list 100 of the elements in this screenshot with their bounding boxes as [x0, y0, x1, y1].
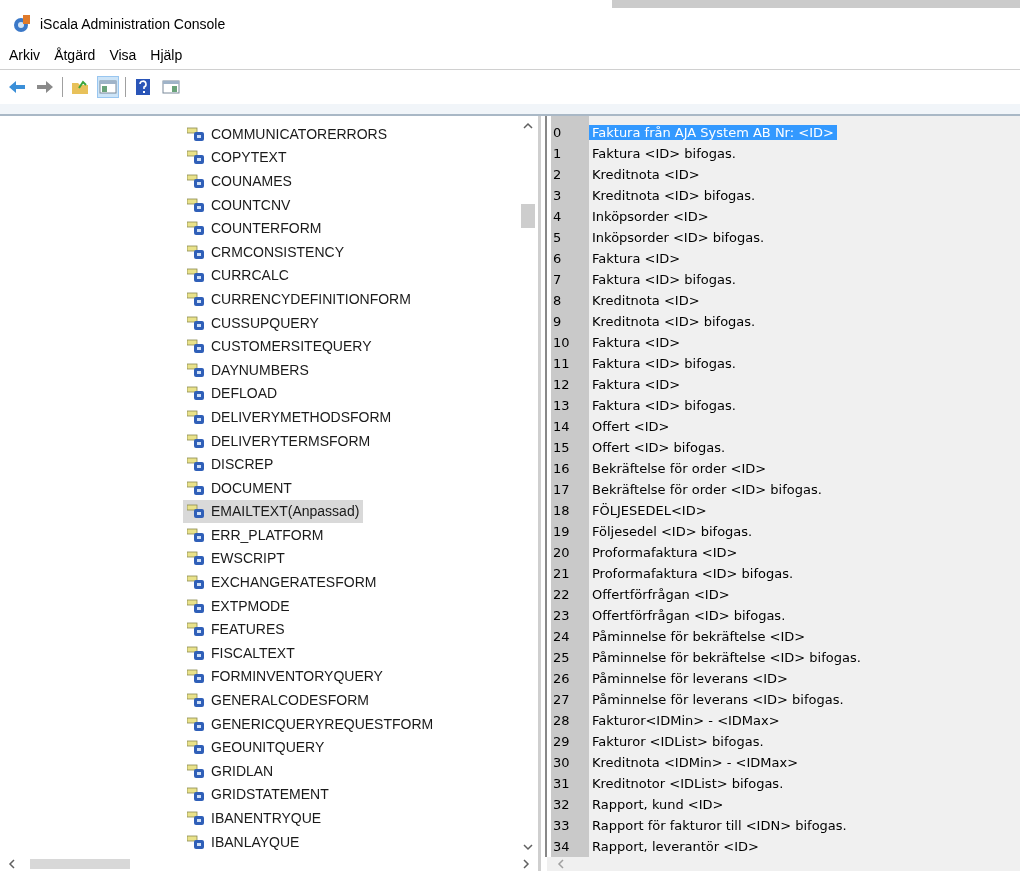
- tree-item[interactable]: COUNTERFORM: [183, 216, 326, 240]
- text-cell[interactable]: Följesedel <ID> bifogas.: [589, 524, 756, 539]
- text-cell[interactable]: Kreditnota <ID>: [589, 293, 703, 308]
- tree-item[interactable]: ERR_PLATFORM: [183, 523, 328, 547]
- resource-icon: [187, 315, 205, 330]
- menu-item[interactable]: Åtgärd: [49, 44, 101, 65]
- text-cell[interactable]: Proformafaktura <ID> bifogas.: [589, 566, 797, 581]
- tree-item[interactable]: CUSSUPQUERY: [183, 310, 323, 335]
- tree-item-label: GRIDSTATEMENT: [211, 786, 329, 803]
- tree-item[interactable]: EMAILTEXT(Anpassad): [183, 499, 364, 524]
- text-cell[interactable]: Fakturor <IDList> bifogas.: [589, 734, 767, 749]
- text-cell[interactable]: Offert <ID> bifogas.: [589, 440, 729, 455]
- tree-item[interactable]: FISCALTEXT: [183, 641, 299, 665]
- text-cell[interactable]: Fakturor<IDMin> - <IDMax>: [589, 713, 783, 728]
- tree-item-label: DELIVERYTERMSFORM: [211, 432, 371, 449]
- tree-item[interactable]: IBANENTRYQUE: [183, 806, 326, 830]
- menu-item[interactable]: Visa: [104, 44, 142, 65]
- tree-item[interactable]: COUNAMES: [183, 169, 296, 193]
- tree-item[interactable]: COUNTCNV: [183, 192, 295, 217]
- text-cell[interactable]: Faktura <ID> bifogas.: [589, 146, 739, 161]
- tree-item[interactable]: DELIVERYTERMSFORM: [183, 428, 375, 453]
- tree-item[interactable]: COPYTEXT: [183, 145, 291, 170]
- text-cell[interactable]: Kreditnota <ID> bifogas.: [589, 314, 759, 329]
- tree-item-label: COUNTCNV: [211, 196, 291, 213]
- text-cell[interactable]: Offertförfrågan <ID>: [589, 587, 733, 602]
- tree-item[interactable]: GENERICQUERYREQUESTFORM: [183, 711, 438, 736]
- text-cell[interactable]: Rapport för fakturor till <IDN> bifogas.: [589, 818, 850, 833]
- text-cell[interactable]: Inköpsorder <ID>: [589, 209, 712, 224]
- tree-item-label: EXCHANGERATESFORM: [211, 574, 377, 591]
- text-cell[interactable]: Offert <ID>: [589, 419, 673, 434]
- row-number: 10: [552, 335, 571, 350]
- row-number: 31: [552, 776, 571, 791]
- row-number: 19: [552, 524, 571, 539]
- text-cell[interactable]: Påminnelse för bekräftelse <ID> bifogas.: [589, 650, 864, 665]
- resource-icon: [187, 787, 205, 802]
- text-cell[interactable]: Bekräftelse för order <ID> bifogas.: [589, 482, 825, 497]
- row-number: 1: [552, 146, 563, 161]
- tree-item[interactable]: DEFLOAD: [183, 381, 282, 406]
- text-cell[interactable]: Påminnelse för leverans <ID> bifogas.: [589, 692, 847, 707]
- resource-icon: [187, 834, 205, 849]
- tree-item[interactable]: GRIDLAN: [183, 759, 278, 783]
- tree-item[interactable]: CRMCONSISTENCY: [183, 239, 348, 264]
- text-cell[interactable]: Rapport, leverantör <ID>: [589, 839, 762, 854]
- text-cell[interactable]: Rapport, kund <ID>: [589, 797, 727, 812]
- text-cell[interactable]: Påminnelse för bekräftelse <ID>: [589, 629, 809, 644]
- tree-item[interactable]: CURRCALC: [183, 263, 293, 288]
- tree-item[interactable]: CURRENCYDEFINITIONFORM: [183, 287, 415, 311]
- text-cell[interactable]: Proformafaktura <ID>: [589, 545, 741, 560]
- resource-icon: [187, 622, 205, 637]
- menu-item[interactable]: Arkiv: [4, 44, 46, 65]
- text-cell[interactable]: Offertförfrågan <ID> bifogas.: [589, 608, 789, 623]
- resource-icon: [187, 457, 205, 472]
- tree-item-label: GEOUNITQUERY: [211, 739, 325, 756]
- row-number: 20: [552, 545, 571, 560]
- text-cell[interactable]: Faktura <ID> bifogas.: [589, 272, 739, 287]
- text-cell[interactable]: Faktura <ID> bifogas.: [589, 398, 739, 413]
- text-cell[interactable]: Faktura <ID>: [589, 377, 684, 392]
- row-number: 32: [552, 797, 571, 812]
- text-cell[interactable]: Inköpsorder <ID> bifogas.: [589, 230, 768, 245]
- tree-item[interactable]: COMMUNICATORERRORS: [183, 122, 392, 146]
- menu-item[interactable]: Hjälp: [145, 44, 188, 65]
- row-number: 5: [552, 230, 563, 245]
- show-hide-tree-button[interactable]: [97, 76, 119, 98]
- tree-item[interactable]: DELIVERYMETHODSFORM: [183, 405, 396, 429]
- tree-item[interactable]: DAYNUMBERS: [183, 357, 313, 382]
- tree-item-label: DAYNUMBERS: [211, 361, 309, 378]
- tree-item[interactable]: DISCREP: [183, 452, 278, 476]
- tree-item[interactable]: EXCHANGERATESFORM: [183, 570, 381, 594]
- resource-icon: [187, 811, 205, 825]
- text-cell[interactable]: Bekräftelse för order <ID>: [589, 461, 770, 476]
- row-number: 25: [552, 650, 571, 665]
- text-cell[interactable]: FÖLJESEDEL<ID>: [589, 503, 710, 518]
- tree-item-label: DEFLOAD: [211, 385, 278, 402]
- row-number: 8: [552, 293, 563, 308]
- scrollbar-thumb[interactable]: [521, 204, 535, 228]
- tree-item[interactable]: FORMINVENTORYQUERY: [183, 664, 387, 689]
- row-number: 4: [552, 209, 563, 224]
- text-cell[interactable]: Kreditnota <ID>: [589, 167, 703, 182]
- tree-item-label: ERR_PLATFORM: [211, 526, 324, 543]
- tree-item[interactable]: IBANLAYQUE: [183, 829, 304, 854]
- text-cell[interactable]: Faktura <ID>: [589, 251, 684, 266]
- tree-item[interactable]: EWSCRIPT: [183, 546, 289, 571]
- tree-item[interactable]: EXTPMODE: [183, 593, 294, 618]
- scrollbar-thumb[interactable]: [30, 859, 130, 869]
- text-cell[interactable]: Kreditnota <ID> bifogas.: [589, 188, 759, 203]
- resource-icon: [187, 244, 205, 259]
- tree-item[interactable]: FEATURES: [183, 617, 289, 642]
- text-cell[interactable]: Faktura <ID> bifogas.: [589, 356, 739, 371]
- tree-item[interactable]: DOCUMENT: [183, 475, 296, 500]
- text-cell[interactable]: Kreditnota <IDMin> - <IDMax>: [589, 755, 802, 770]
- text-cell[interactable]: Kreditnotor <IDList> bifogas.: [589, 776, 787, 791]
- tree-item[interactable]: GRIDSTATEMENT: [183, 782, 333, 807]
- row-number: 30: [552, 755, 571, 770]
- tree-item[interactable]: GENERALCODESFORM: [183, 688, 373, 712]
- tree-item[interactable]: GEOUNITQUERY: [183, 735, 329, 760]
- text-cell[interactable]: Påminnelse för leverans <ID>: [589, 671, 791, 686]
- text-cell[interactable]: Faktura <ID>: [589, 335, 684, 350]
- tree-item-label: CUSTOMERSITEQUERY: [211, 338, 372, 355]
- tree-item[interactable]: CUSTOMERSITEQUERY: [183, 334, 376, 358]
- tree-item-label: CURRENCYDEFINITIONFORM: [211, 290, 411, 307]
